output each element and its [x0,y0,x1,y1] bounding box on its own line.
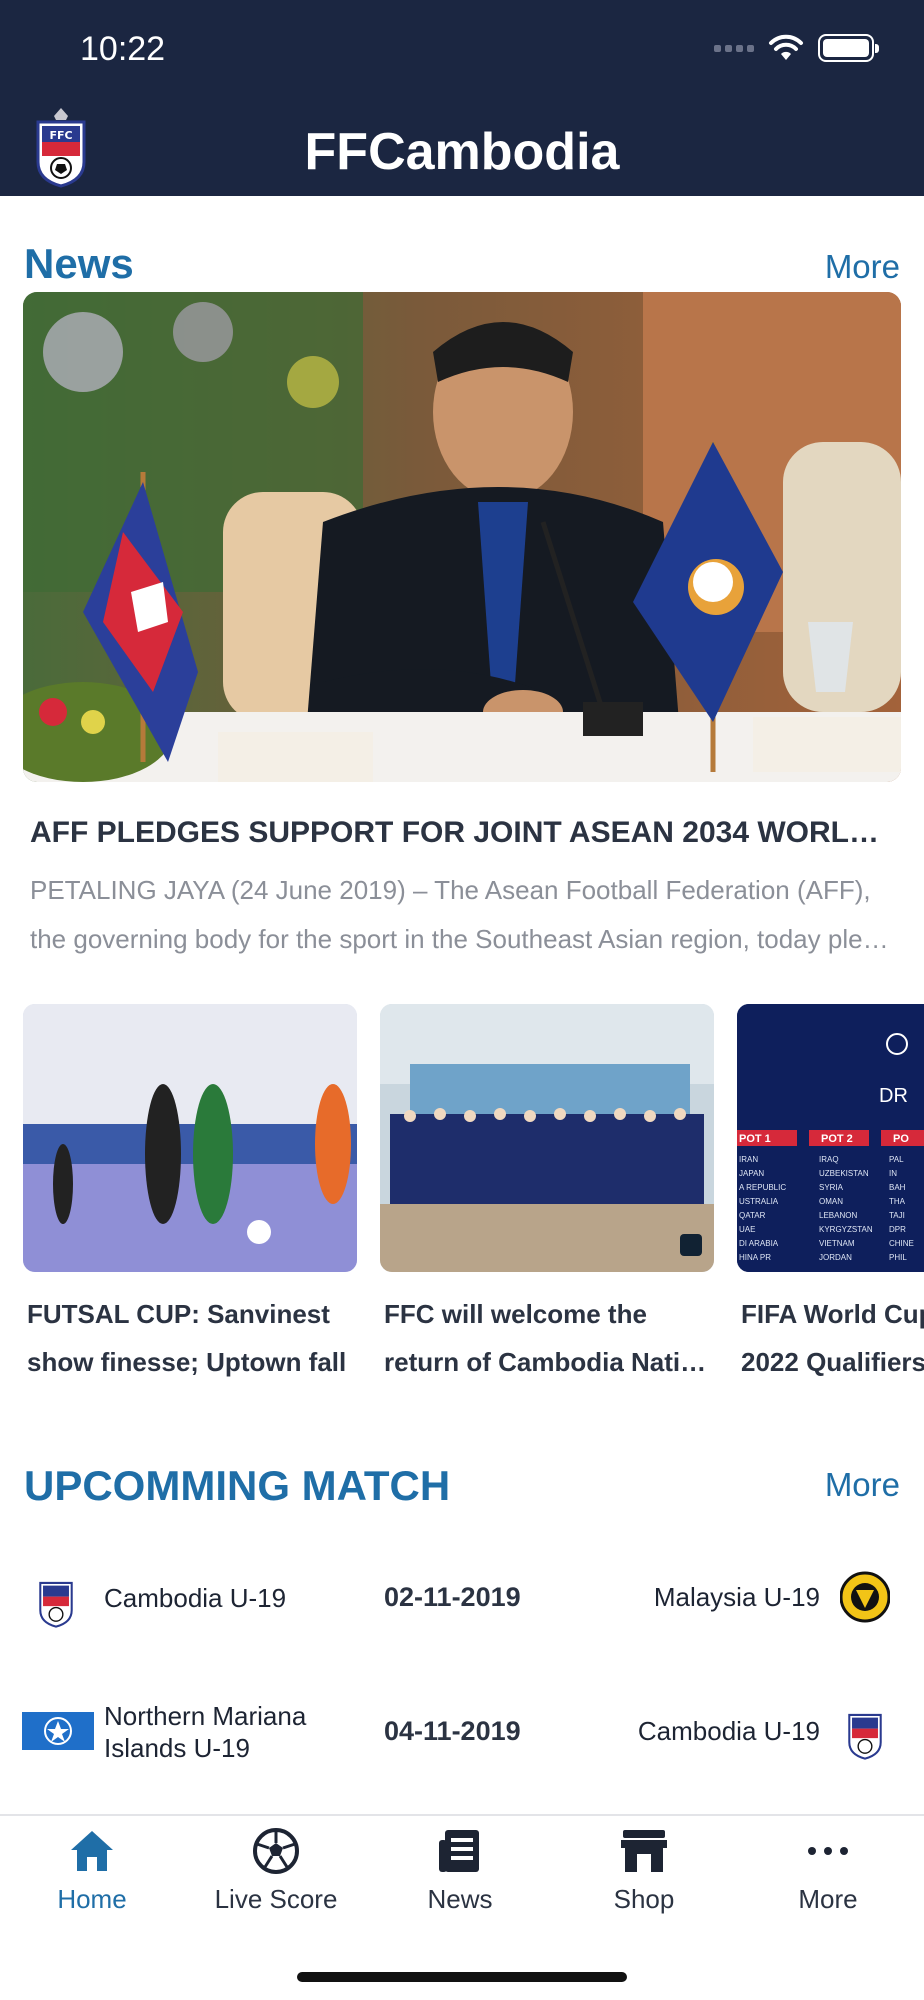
news-card[interactable]: FFC will welcome the return of Cambodia … [380,1004,714,1384]
fifa-team: BAH [889,1183,906,1192]
more-dots-icon [808,1847,848,1855]
app-title: FFCambodia [304,123,620,181]
tab-label: Live Score [214,1884,338,1914]
news-card[interactable]: DR POT 1 POT 2 PO IRAN JAPAN A REPUBLIC … [737,1004,924,1384]
wifi-icon [769,34,803,60]
news-card[interactable]: FUTSAL CUP: Sanvinest show finesse; Upto… [23,1004,357,1384]
tab-label: Shop [613,1884,675,1914]
match-date: 04-11-2019 [384,1716,521,1746]
news-card-image: DR POT 1 POT 2 PO IRAN JAPAN A REPUBLIC … [737,1004,924,1272]
fifa-team: PHIL [889,1253,907,1262]
news-card-image [23,1004,357,1272]
fifa-team: DI ARABIA [739,1239,779,1248]
fifa-pot-label: POT 2 [821,1133,853,1145]
fifa-team: IN [889,1169,897,1178]
tab-label: More [798,1884,858,1914]
tab-live-score[interactable]: Live Score [184,1816,368,1936]
tab-shop[interactable]: Shop [552,1816,736,1936]
featured-news-summary[interactable]: PETALING JAYA (24 June 2019) – The Asean… [30,866,892,964]
news-more-link[interactable]: More [825,248,900,286]
upcoming-section-title: UPCOMMING MATCH [24,1462,451,1509]
fifa-team: A REPUBLIC [739,1183,786,1192]
match-row[interactable]: Cambodia U-19 02-11-2019 Malaysia U-19 [0,1540,924,1650]
fifa-team: CHINE [889,1239,914,1248]
fifa-graphic-text: DR [879,1085,908,1107]
upcoming-more-link[interactable]: More [825,1466,900,1504]
fifa-team: UAE [739,1225,755,1234]
featured-news-title[interactable]: AFF PLEDGES SUPPORT FOR JOINT ASEAN 2034… [30,816,892,850]
shop-icon [621,1830,667,1872]
fifa-team: DPR [889,1225,906,1234]
app-header: 10:22 FFC FFCambodia [0,0,924,196]
news-card-title: FIFA World Cup 2022 Qualifiers [741,1299,924,1377]
home-team: Cambodia U-19 [104,1583,287,1613]
fifa-team: HINA PR [739,1253,771,1262]
fifa-team: UZBEKISTAN [819,1169,869,1178]
fifa-team: KYRGYZSTAN [819,1225,873,1234]
news-section-title: News [24,240,134,287]
fifa-team: JAPAN [739,1169,764,1178]
cambodia-crest-icon [39,1581,73,1628]
newspaper-icon [439,1830,479,1872]
away-team: Cambodia U-19 [637,1716,820,1746]
fifa-pot-label: PO [893,1133,909,1145]
fifa-team: IRAQ [819,1155,839,1164]
featured-news-photo [23,292,901,782]
news-card-title: FFC will welcome the return of Cambodia … [384,1299,714,1377]
malaysia-crest-icon [840,1571,890,1623]
news-carousel[interactable]: FUTSAL CUP: Sanvinest show finesse; Upto… [0,1004,924,1384]
fifa-team: JORDAN [819,1253,852,1262]
battery-icon [818,34,879,62]
match-date: 02-11-2019 [384,1582,521,1612]
fifa-pot-label: POT 1 [739,1133,771,1145]
fifa-team: LEBANON [819,1211,857,1220]
fifa-team: USTRALIA [739,1197,779,1206]
fifa-team: OMAN [819,1197,843,1206]
tab-label: Home [57,1884,127,1914]
fifa-team: TAJI [889,1211,905,1220]
news-card-title: FUTSAL CUP: Sanvinest show finesse; Upto… [27,1299,347,1377]
fifa-team: QATAR [739,1211,766,1220]
home-indicator[interactable] [297,1972,627,1982]
featured-news-summary-line: PETALING JAYA (24 June 2019) – The Asean… [30,875,871,905]
home-team: Northern Mariana Islands U-19 [104,1701,307,1763]
tab-news[interactable]: News [368,1816,552,1936]
tab-label: News [427,1884,493,1914]
tab-more[interactable]: More [736,1816,920,1936]
fifa-team: IRAN [739,1155,758,1164]
fifa-team: SYRIA [819,1183,844,1192]
fifa-team: PAL [889,1155,904,1164]
soccer-ball-icon [253,1828,299,1874]
status-time: 10:22 [80,30,166,68]
northern-mariana-flag-icon [22,1712,94,1750]
fifa-team: VIETNAM [819,1239,855,1248]
cellular-signal-icon [714,44,754,52]
featured-news-summary-line: the governing body for the sport in the … [30,924,892,954]
status-icons [714,34,879,62]
tab-home[interactable]: Home [0,1816,184,1936]
fifa-team: THA [889,1197,906,1206]
featured-news-image[interactable] [23,292,901,782]
away-team: Malaysia U-19 [653,1582,820,1612]
cambodia-crest-icon [848,1713,882,1760]
match-row[interactable]: Northern Mariana Islands U-19 04-11-2019… [0,1672,924,1782]
home-icon [71,1831,113,1871]
news-card-image [380,1004,714,1272]
